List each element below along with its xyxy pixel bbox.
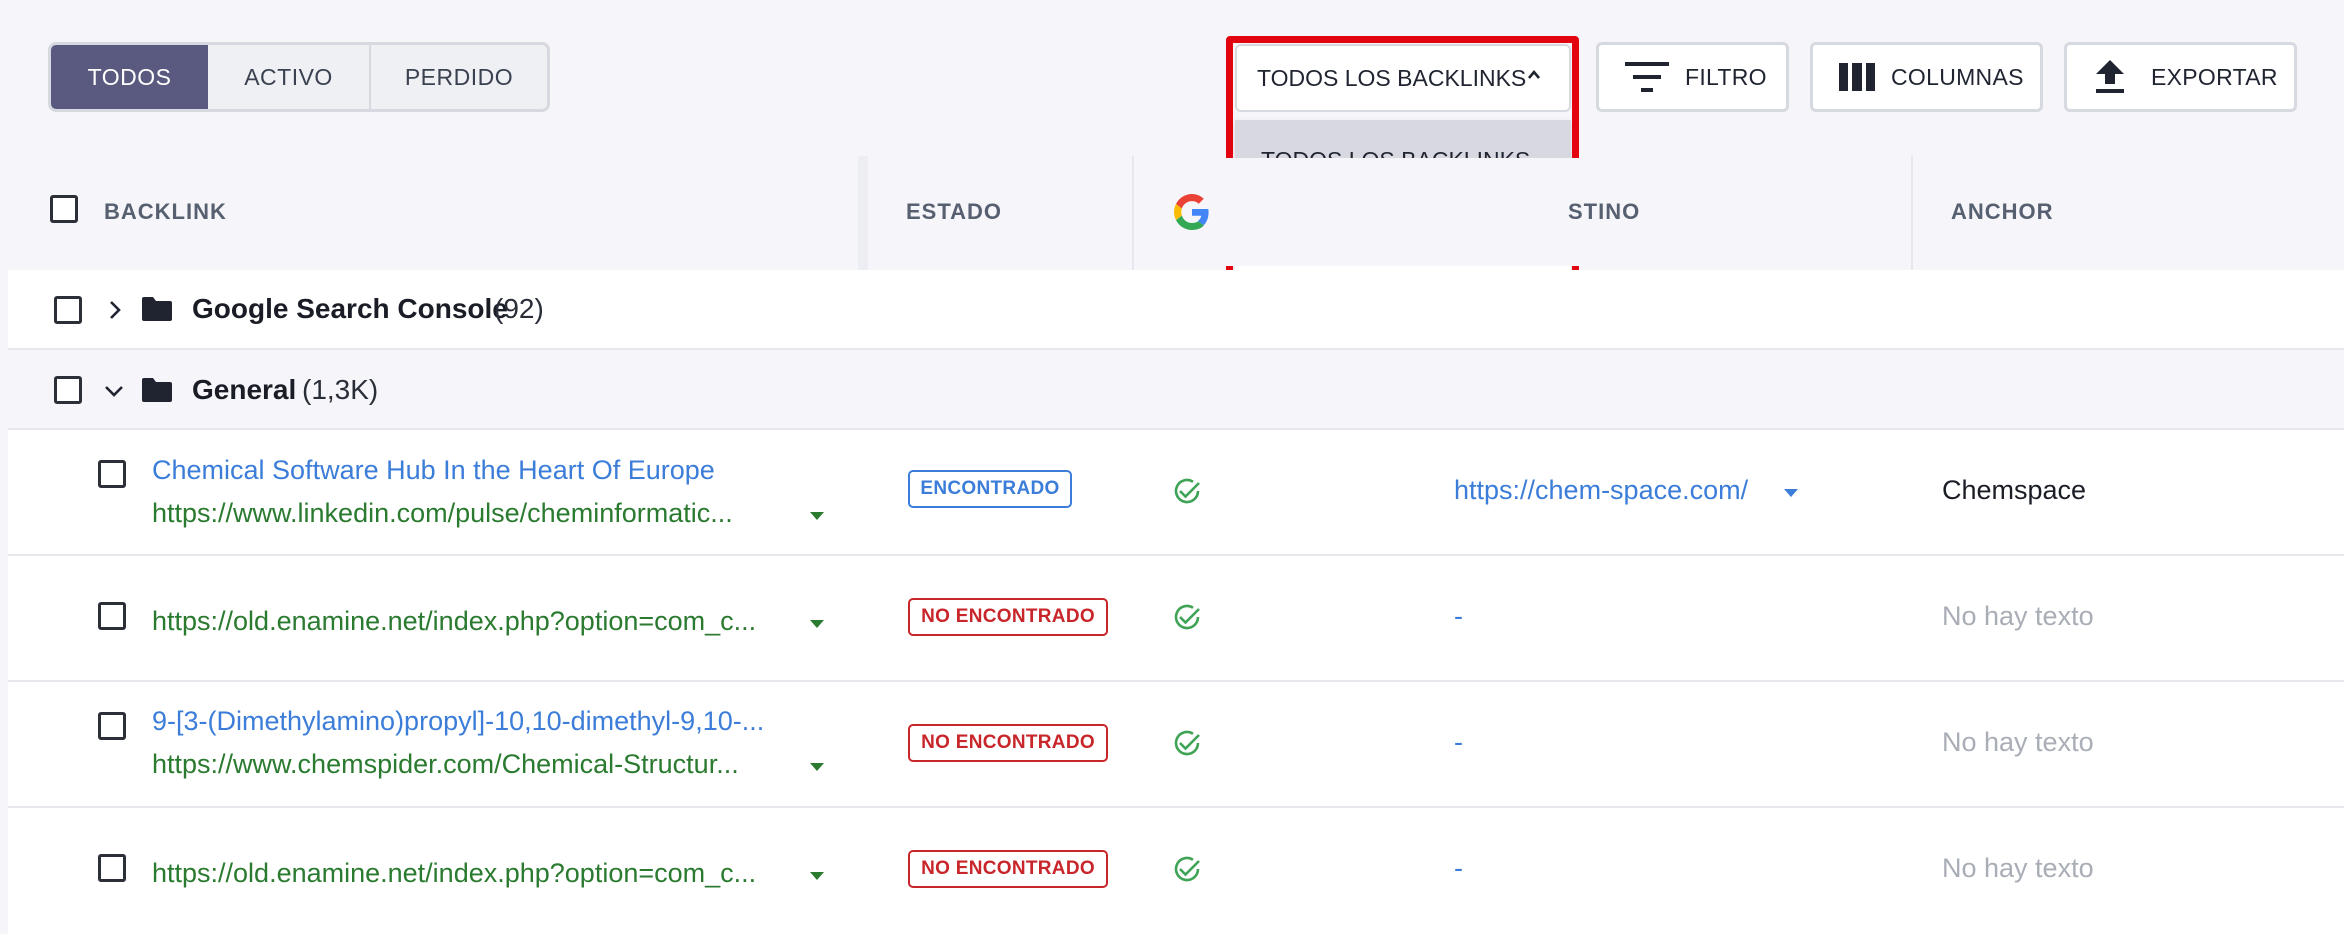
row-checkbox[interactable] bbox=[98, 712, 126, 740]
upload-icon bbox=[2096, 60, 2124, 93]
anchor-text: No hay texto bbox=[1942, 853, 2094, 883]
row-checkbox[interactable] bbox=[98, 854, 126, 882]
status-filter-tabs: TODOS ACTIVO PERDIDO bbox=[48, 42, 550, 112]
anchor-text: Chemspace bbox=[1942, 475, 2087, 505]
group-name: General bbox=[192, 374, 297, 405]
status-badge: ENCONTRADO bbox=[908, 470, 1072, 508]
anchor-text: No hay texto bbox=[1942, 727, 2094, 757]
caret-down-icon[interactable] bbox=[810, 512, 824, 520]
columns-button[interactable]: COLUMNAS bbox=[1810, 42, 2043, 112]
group-row[interactable]: Google Search Console (92) bbox=[8, 270, 2344, 348]
destination-link[interactable]: - bbox=[1454, 727, 1463, 758]
tab-todos[interactable]: TODOS bbox=[51, 45, 208, 109]
export-button[interactable]: EXPORTAR bbox=[2064, 42, 2297, 112]
caret-down-icon[interactable] bbox=[810, 872, 824, 880]
tab-activo[interactable]: ACTIVO bbox=[208, 45, 371, 109]
tab-perdido[interactable]: PERDIDO bbox=[371, 45, 547, 109]
row-checkbox[interactable] bbox=[98, 602, 126, 630]
status-badge: NO ENCONTRADO bbox=[908, 598, 1108, 636]
group-row[interactable]: General (1,3K) bbox=[8, 348, 2344, 428]
backlink-url[interactable]: https://old.enamine.net/index.php?option… bbox=[152, 858, 800, 889]
col-header-backlink[interactable]: BACKLINK bbox=[104, 158, 227, 266]
caret-down-icon[interactable] bbox=[810, 620, 824, 628]
destination-link[interactable]: https://chem-space.com/ bbox=[1454, 475, 1748, 506]
backlink-title[interactable]: 9-[3-(Dimethylamino)propyl]-10,10-dimeth… bbox=[152, 706, 828, 737]
chevron-down-icon[interactable] bbox=[104, 384, 124, 398]
export-label: EXPORTAR bbox=[2151, 63, 2278, 90]
col-header-estado[interactable]: ESTADO bbox=[906, 158, 1002, 266]
table-row[interactable]: https://old.enamine.net/index.php?option… bbox=[8, 554, 2344, 680]
folder-icon bbox=[142, 378, 172, 402]
group-row-left: General (1,3K) bbox=[8, 350, 858, 428]
columns-icon bbox=[1839, 63, 1875, 91]
table-row[interactable]: 9-[3-(Dimethylamino)propyl]-10,10-dimeth… bbox=[8, 680, 2344, 806]
caret-down-icon[interactable] bbox=[810, 763, 824, 771]
backlink-url[interactable]: https://www.chemspider.com/Chemical-Stru… bbox=[152, 749, 800, 780]
table-header: BACKLINK ESTADO STINO ANCHOR bbox=[8, 158, 2344, 266]
group-row-right bbox=[868, 270, 2344, 348]
status-badge: NO ENCONTRADO bbox=[908, 724, 1108, 762]
backlinks-app: TODOS ACTIVO PERDIDO TODOS LOS BACKLINKS… bbox=[0, 0, 2344, 934]
col-header-destino[interactable]: STINO bbox=[1568, 158, 1640, 266]
table-row[interactable]: https://old.enamine.net/index.php?option… bbox=[8, 806, 2344, 934]
backlink-url[interactable]: https://www.linkedin.com/pulse/cheminfor… bbox=[152, 498, 800, 529]
group-row-left: Google Search Console (92) bbox=[8, 270, 858, 348]
filter-label: FILTRO bbox=[1685, 63, 1767, 90]
destination-link[interactable]: - bbox=[1454, 853, 1463, 884]
status-badge: NO ENCONTRADO bbox=[908, 850, 1108, 888]
check-circle-icon bbox=[1174, 604, 1200, 630]
check-circle-icon bbox=[1174, 730, 1200, 756]
filter-icon bbox=[1625, 62, 1669, 92]
toolbar: TODOS ACTIVO PERDIDO TODOS LOS BACKLINKS… bbox=[0, 0, 2344, 288]
col-header-anchor[interactable]: ANCHOR bbox=[1951, 158, 2054, 266]
chevron-right-icon[interactable] bbox=[108, 300, 122, 320]
group-count: (92) bbox=[494, 293, 544, 324]
filter-button[interactable]: FILTRO bbox=[1596, 42, 1789, 112]
caret-down-icon[interactable] bbox=[1784, 489, 1798, 497]
backlink-url[interactable]: https://old.enamine.net/index.php?option… bbox=[152, 606, 800, 637]
group-checkbox[interactable] bbox=[54, 376, 82, 404]
check-circle-icon bbox=[1174, 478, 1200, 504]
table-row[interactable]: Chemical Software Hub In the Heart Of Eu… bbox=[8, 428, 2344, 554]
row-checkbox[interactable] bbox=[98, 460, 126, 488]
folder-icon bbox=[142, 297, 172, 321]
group-name: Google Search Console bbox=[192, 293, 508, 324]
select-all-checkbox[interactable] bbox=[50, 195, 78, 223]
columns-label: COLUMNAS bbox=[1891, 63, 2024, 90]
destination-link[interactable]: - bbox=[1454, 601, 1463, 632]
backlink-title[interactable]: Chemical Software Hub In the Heart Of Eu… bbox=[152, 455, 852, 486]
google-icon bbox=[1174, 194, 1209, 230]
check-circle-icon bbox=[1174, 856, 1200, 882]
group-count: (1,3K) bbox=[302, 374, 379, 405]
anchor-text: No hay texto bbox=[1942, 601, 2094, 631]
group-checkbox[interactable] bbox=[54, 296, 82, 324]
